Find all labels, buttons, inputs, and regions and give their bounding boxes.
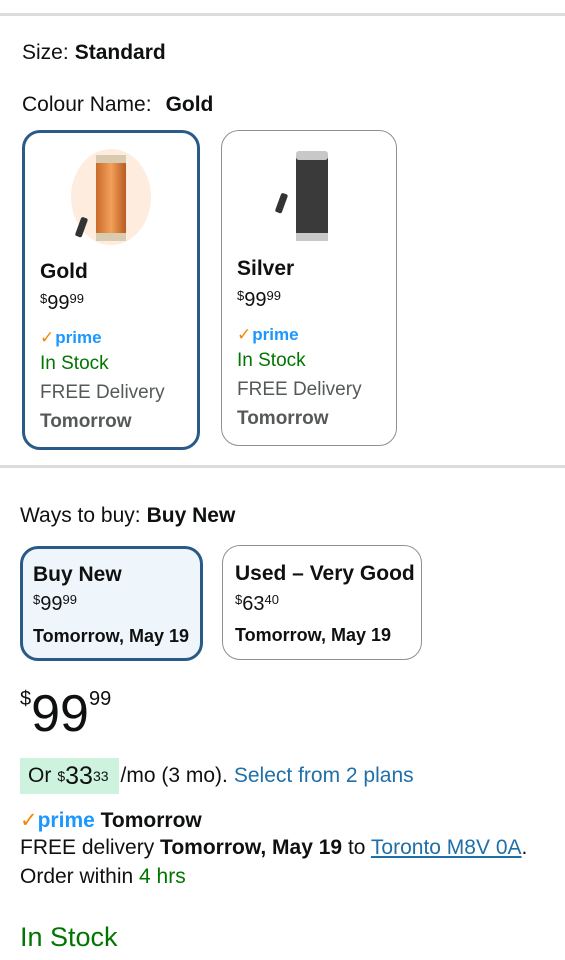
main-price: $9999 [20, 685, 112, 743]
swatch-name: Silver [237, 257, 295, 280]
order-within: Order within 4 hrs [20, 865, 186, 888]
swatch-delivery-day: Tomorrow [40, 411, 132, 432]
buy-option-delivery-date: Tomorrow, May 19 [235, 625, 392, 645]
gold-heater-image [71, 149, 151, 245]
buy-option-price: $6340 [235, 592, 279, 615]
prime-badge: ✓prime [237, 325, 299, 344]
swatch-price: $9999 [237, 288, 281, 311]
swatch-price: $9999 [40, 291, 84, 314]
delivery-details: FREE delivery Tomorrow, May 19 to Toront… [20, 836, 528, 859]
buy-option-new[interactable]: Buy New $9999 Tomorrow, May 19 [20, 546, 203, 661]
buy-option-used[interactable]: Used – Very Good $6340 Tomorrow, May 19 [222, 545, 422, 660]
prime-delivery-line: ✓prime Tomorrow [20, 809, 202, 832]
silver-heater-image [275, 151, 328, 241]
size-selector-label: Size: Standard [22, 41, 166, 64]
buy-option-price: $9999 [33, 592, 77, 615]
swatch-stock-status: In Stock [40, 353, 109, 374]
select-plans-link[interactable]: Select from 2 plans [234, 764, 414, 788]
swatch-free-delivery: FREE Delivery [237, 379, 362, 400]
colour-swatch-silver[interactable]: Silver $9999 ✓prime In Stock FREE Delive… [221, 130, 397, 446]
section-divider [0, 465, 565, 468]
colour-selector-label: Colour Name: Gold [22, 93, 214, 116]
prime-check-icon: ✓ [237, 325, 252, 344]
ways-to-buy-label: Ways to buy: Buy New [20, 504, 236, 527]
top-divider [0, 13, 565, 16]
prime-check-icon: ✓ [40, 328, 55, 347]
buy-option-delivery-date: Tomorrow, May 19 [33, 626, 190, 646]
delivery-location-link[interactable]: Toronto M8V 0A [371, 836, 522, 859]
buy-option-title: Buy New [33, 563, 122, 586]
colour-swatch-gold[interactable]: Gold $9999 ✓prime In Stock FREE Delivery… [22, 130, 200, 450]
swatch-delivery-day: Tomorrow [237, 408, 329, 429]
installment-price-chip: Or $33 33 [20, 758, 119, 794]
prime-check-icon: ✓ [20, 809, 38, 832]
installment-plan-row: Or $33 33 /mo (3 mo). Select from 2 plans [20, 758, 414, 794]
swatch-free-delivery: FREE Delivery [40, 382, 165, 403]
swatch-name: Gold [40, 260, 88, 283]
buy-option-title: Used – Very Good [235, 562, 415, 585]
prime-badge: ✓prime [40, 328, 102, 347]
stock-status: In Stock [20, 922, 118, 952]
swatch-stock-status: In Stock [237, 350, 306, 371]
